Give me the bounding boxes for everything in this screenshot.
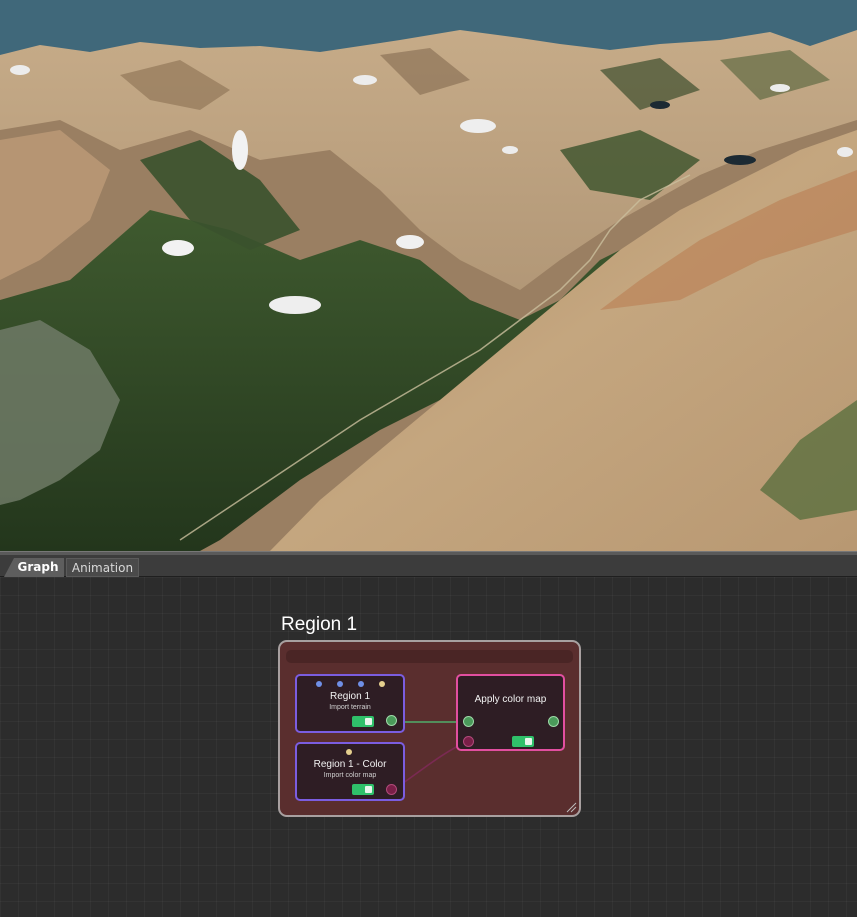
color-input-port[interactable]: [463, 736, 474, 747]
terrain-render: [0, 0, 857, 551]
enable-toggle[interactable]: [512, 736, 534, 747]
node-subtitle: Import color map: [323, 772, 377, 779]
output-port[interactable]: [386, 715, 397, 726]
node-title: Region 1: [329, 691, 371, 702]
node-subtitle: Import terrain: [329, 704, 371, 711]
output-port[interactable]: [548, 716, 559, 727]
node-import-terrain[interactable]: Region 1 Import terrain: [295, 674, 405, 733]
tab-animation[interactable]: Animation: [66, 558, 139, 577]
blue-dot-icon[interactable]: [358, 681, 364, 687]
enable-toggle[interactable]: [352, 784, 374, 795]
tab-bar: Graph Animation: [0, 555, 857, 577]
blue-dot-icon[interactable]: [337, 681, 343, 687]
node-import-color-map[interactable]: Region 1 - Color Import color map: [295, 742, 405, 801]
tab-graph[interactable]: Graph: [4, 558, 64, 577]
color-output-port[interactable]: [386, 784, 397, 795]
node-title: Apply color map: [474, 694, 547, 705]
blue-dot-icon[interactable]: [316, 681, 322, 687]
resize-grip-icon[interactable]: [565, 801, 577, 813]
tan-dot-icon[interactable]: [346, 749, 352, 755]
tan-dot-icon[interactable]: [379, 681, 385, 687]
node-title: Region 1 - Color: [313, 759, 387, 770]
terrain-viewport[interactable]: [0, 0, 857, 551]
node-apply-color-map[interactable]: Apply color map: [456, 674, 565, 751]
region-title: Region 1: [281, 614, 358, 635]
graph-editor[interactable]: Region 1 Region 1 Import terrain Region …: [0, 577, 857, 917]
region-group[interactable]: Region 1 Import terrain Region 1 - Color…: [278, 640, 581, 817]
enable-toggle[interactable]: [352, 716, 374, 727]
terrain-input-port[interactable]: [463, 716, 474, 727]
